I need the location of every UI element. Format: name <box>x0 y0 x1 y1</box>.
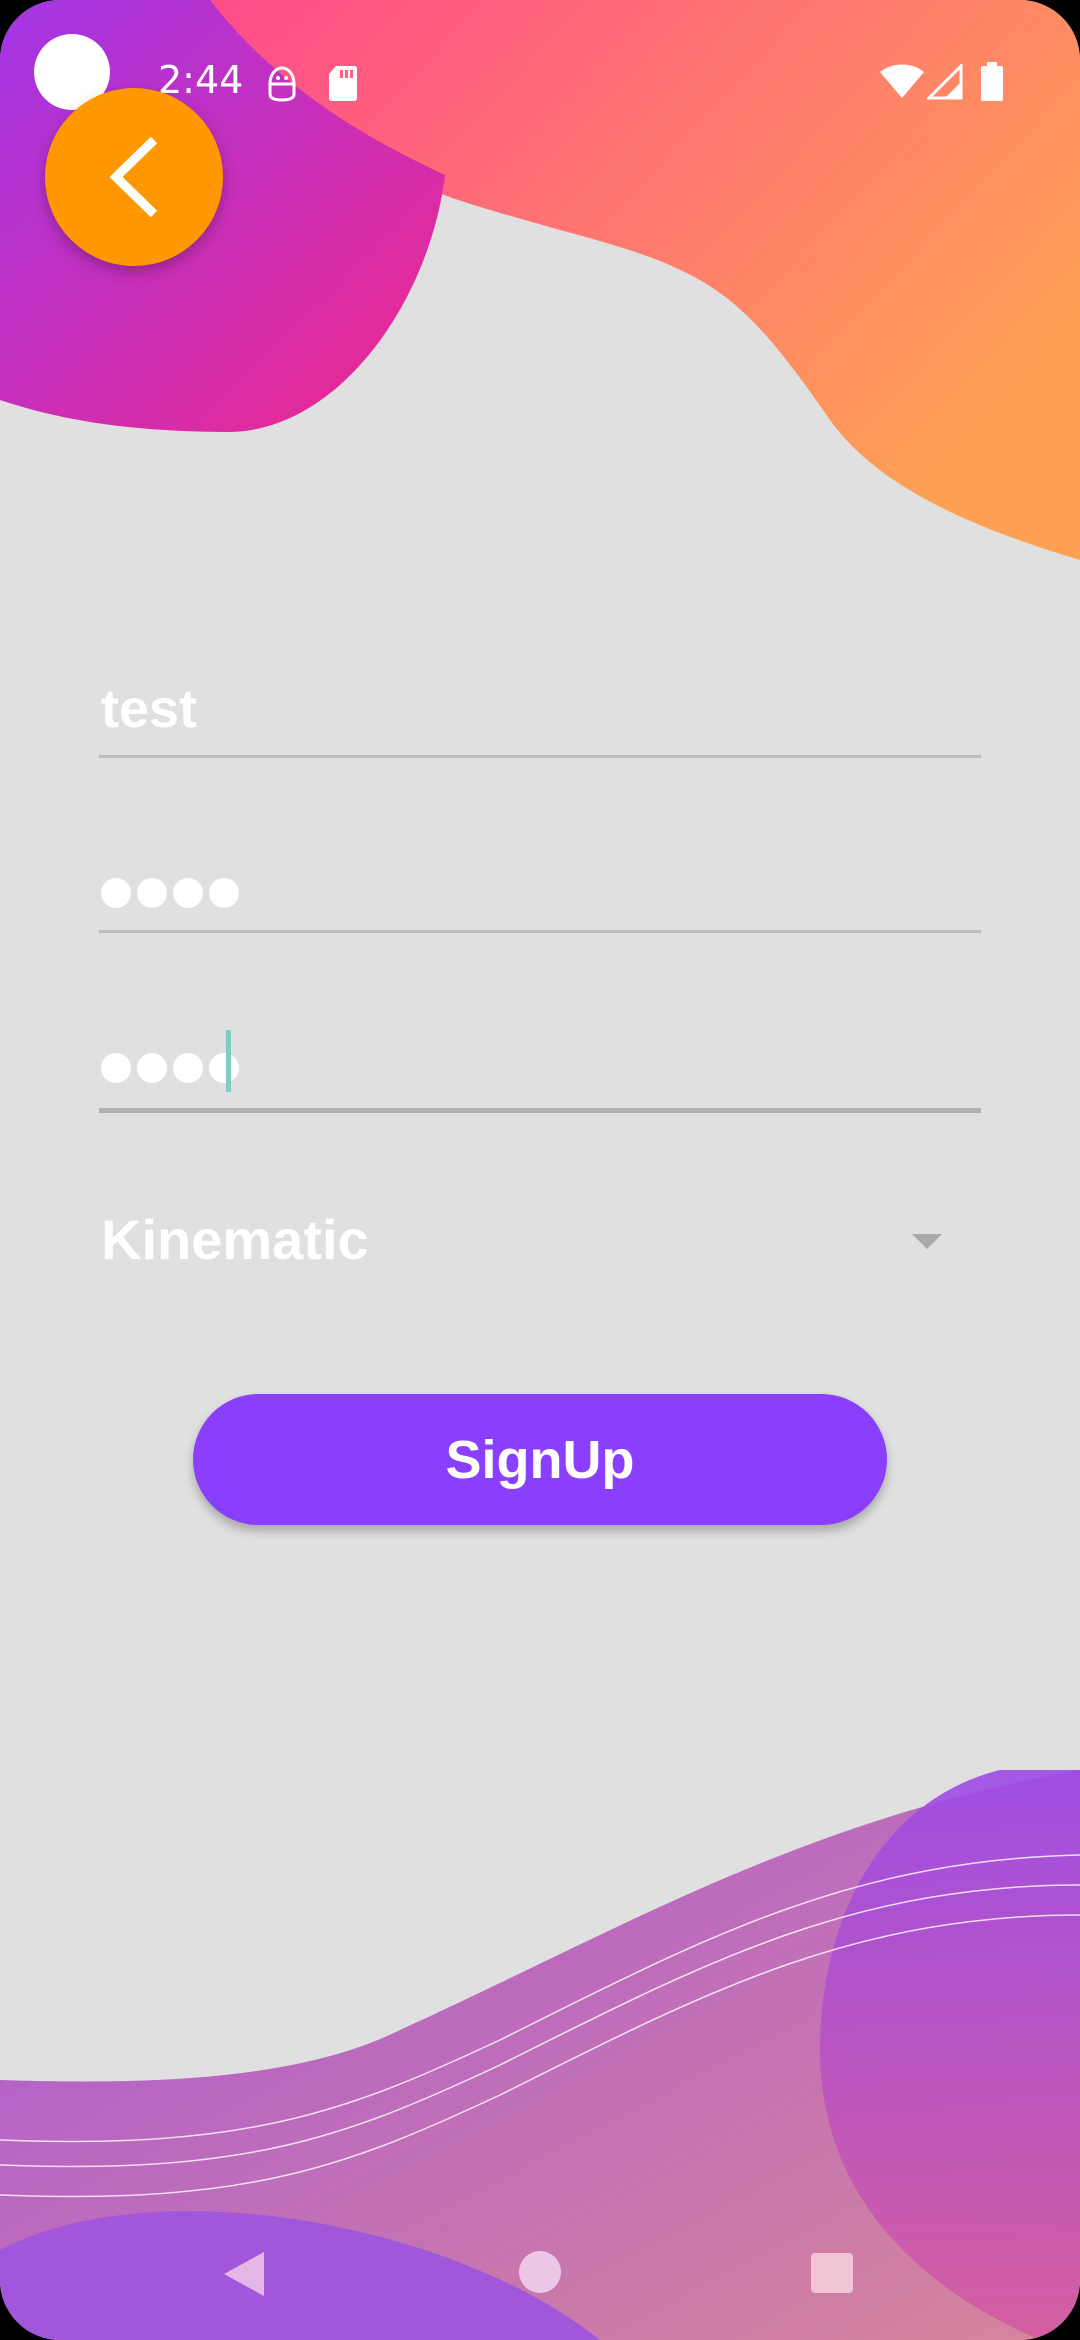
mask-dot <box>101 878 131 908</box>
nav-back-icon[interactable] <box>222 2250 268 2298</box>
mask-dot <box>173 878 203 908</box>
sd-card-icon <box>329 66 357 101</box>
chevron-left-icon <box>109 136 158 218</box>
dropdown-arrow-icon <box>912 1234 942 1249</box>
password-mask <box>101 878 239 908</box>
mask-dot <box>173 1053 203 1083</box>
signal-icon <box>927 64 963 100</box>
mask-dot <box>209 1053 239 1083</box>
android-debug-icon <box>268 66 296 102</box>
mask-dot <box>101 1053 131 1083</box>
confirm-password-field[interactable] <box>99 1020 981 1113</box>
username-field[interactable]: test <box>99 670 981 758</box>
signup-screen: 2:44 test Kinematic SignUp <box>0 0 1080 2340</box>
navigation-bar <box>0 2200 1080 2340</box>
confirm-password-mask <box>101 1053 239 1083</box>
mask-dot <box>209 878 239 908</box>
signup-button[interactable]: SignUp <box>193 1394 887 1525</box>
mask-dot <box>137 1053 167 1083</box>
role-selected-value: Kinematic <box>101 1208 369 1271</box>
password-field[interactable] <box>99 845 981 933</box>
wifi-icon <box>880 64 924 98</box>
username-value: test <box>101 679 198 739</box>
role-spinner[interactable]: Kinematic <box>99 1195 981 1285</box>
back-button[interactable] <box>45 88 223 266</box>
mask-dot <box>137 878 167 908</box>
nav-recents-icon[interactable] <box>810 2252 854 2294</box>
battery-icon <box>981 62 1003 101</box>
text-cursor <box>226 1030 231 1092</box>
nav-home-icon[interactable] <box>518 2250 562 2294</box>
